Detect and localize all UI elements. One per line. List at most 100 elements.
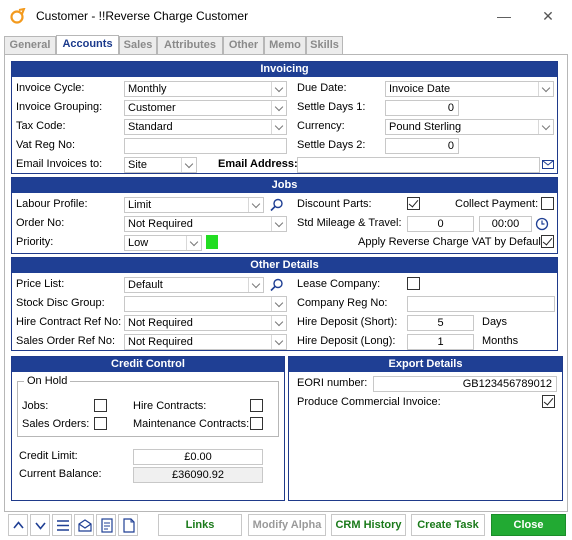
company-reg-input[interactable] — [407, 296, 555, 312]
std-mileage-label: Std Mileage & Travel: — [297, 217, 402, 229]
on-hold-maintenance-label: Maintenance Contracts: — [133, 418, 250, 430]
commercial-invoice-checkbox[interactable] — [542, 395, 555, 408]
invoice-grouping-select[interactable]: Customer — [124, 100, 287, 116]
priority-color-swatch — [206, 235, 218, 249]
crm-history-button[interactable]: CRM History — [331, 514, 406, 536]
jobs-panel: Jobs Labour Profile: Limit Order No: Not… — [11, 177, 558, 254]
on-hold-jobs-checkbox[interactable] — [94, 399, 107, 412]
tab-other[interactable]: Other — [223, 36, 264, 55]
hire-deposit-long-label: Hire Deposit (Long): — [297, 335, 396, 347]
notepad-icon — [101, 518, 113, 533]
invoice-cycle-label: Invoice Cycle: — [16, 82, 85, 94]
email-invoices-label: Email Invoices to: — [16, 158, 103, 170]
collect-payment-checkbox[interactable] — [541, 197, 554, 210]
settle-days-2-label: Settle Days 2: — [297, 139, 366, 151]
reverse-charge-checkbox[interactable] — [541, 235, 554, 248]
chevron-down-icon — [538, 120, 553, 134]
invoicing-panel: Invoicing Invoice Cycle: Monthly Invoice… — [11, 61, 558, 174]
tab-general[interactable]: General — [4, 36, 56, 55]
currency-select[interactable]: Pound Sterling — [385, 119, 554, 135]
hire-deposit-short-label: Hire Deposit (Short): — [297, 316, 398, 328]
priority-value: Low — [128, 237, 149, 249]
tab-accounts[interactable]: Accounts — [56, 35, 119, 56]
currency-value: Pound Sterling — [389, 121, 462, 133]
travel-time-input[interactable]: 00:00 — [479, 216, 532, 232]
search-icon[interactable] — [270, 278, 284, 292]
eori-input[interactable]: GB123456789012 — [373, 376, 557, 392]
other-details-header: Other Details — [12, 258, 557, 273]
next-record-button[interactable] — [30, 514, 50, 536]
invoice-grouping-value: Customer — [128, 102, 176, 114]
commercial-invoice-label: Produce Commercial Invoice: — [297, 396, 441, 408]
settle-days-2-input[interactable]: 0 — [385, 138, 459, 154]
discount-parts-checkbox[interactable] — [407, 197, 420, 210]
sales-order-ref-select[interactable]: Not Required — [124, 334, 287, 350]
chevron-down-icon — [271, 335, 286, 349]
mail-button[interactable] — [74, 514, 94, 536]
due-date-select[interactable]: Invoice Date — [385, 81, 554, 97]
close-button[interactable]: Close — [491, 514, 566, 536]
on-hold-hire-contracts-checkbox[interactable] — [250, 399, 263, 412]
order-no-select[interactable]: Not Required — [124, 216, 287, 232]
email-invoices-select[interactable]: Site — [124, 157, 197, 173]
modify-alpha-button[interactable]: Modify Alpha — [248, 514, 326, 536]
list-button[interactable] — [52, 514, 72, 536]
window-title: Customer - !!Reverse Charge Customer — [36, 9, 249, 23]
on-hold-maintenance-checkbox[interactable] — [250, 417, 263, 430]
on-hold-sales-orders-label: Sales Orders: — [22, 418, 90, 430]
sales-order-ref-label: Sales Order Ref No: — [16, 335, 116, 347]
search-icon[interactable] — [270, 198, 284, 212]
document-button[interactable] — [118, 514, 138, 536]
stock-disc-group-select[interactable] — [124, 296, 287, 312]
bottom-toolbar: Links Modify Alpha CRM History Create Ta… — [0, 512, 572, 540]
tab-sales[interactable]: Sales — [119, 36, 157, 55]
chevron-down-icon — [271, 316, 286, 330]
links-button[interactable]: Links — [158, 514, 242, 536]
chevron-down-icon — [538, 82, 553, 96]
eori-label: EORI number: — [297, 377, 368, 389]
app-logo-icon — [10, 8, 26, 24]
order-no-value: Not Required — [128, 218, 193, 230]
settle-days-1-input[interactable]: 0 — [385, 100, 459, 116]
email-address-input[interactable] — [297, 157, 540, 173]
previous-record-button[interactable] — [8, 514, 28, 536]
chevron-down-icon — [271, 101, 286, 115]
chevron-up-icon — [13, 521, 24, 529]
on-hold-legend: On Hold — [24, 375, 71, 387]
title-bar: Customer - !!Reverse Charge Customer — ✕ — [0, 0, 572, 32]
tab-memo[interactable]: Memo — [264, 36, 306, 55]
due-date-label: Due Date: — [297, 82, 347, 94]
labour-profile-select[interactable]: Limit — [124, 197, 264, 213]
create-task-button[interactable]: Create Task — [411, 514, 485, 536]
clock-icon[interactable] — [535, 217, 549, 231]
current-balance-label: Current Balance: — [19, 468, 102, 480]
hire-deposit-short-input[interactable]: 5 — [407, 315, 474, 331]
vat-reg-input[interactable] — [124, 138, 287, 154]
hire-contract-ref-select[interactable]: Not Required — [124, 315, 287, 331]
minimize-button[interactable]: — — [494, 6, 514, 26]
mileage-input[interactable]: 0 — [407, 216, 474, 232]
invoice-cycle-value: Monthly — [128, 83, 167, 95]
on-hold-sales-orders-checkbox[interactable] — [94, 417, 107, 430]
credit-limit-input[interactable]: £0.00 — [133, 449, 263, 465]
lease-company-checkbox[interactable] — [407, 277, 420, 290]
tab-skills[interactable]: Skills — [306, 36, 343, 55]
tab-attributes[interactable]: Attributes — [157, 36, 223, 55]
notes-button[interactable] — [96, 514, 116, 536]
settle-days-1-label: Settle Days 1: — [297, 101, 366, 113]
hire-deposit-long-input[interactable]: 1 — [407, 334, 474, 350]
priority-select[interactable]: Low — [124, 235, 202, 251]
invoicing-header: Invoicing — [12, 62, 557, 77]
email-address-label: Email Address: — [218, 158, 298, 170]
invoice-cycle-select[interactable]: Monthly — [124, 81, 287, 97]
chevron-down-icon — [248, 278, 263, 292]
chevron-down-icon — [248, 198, 263, 212]
chevron-down-icon — [271, 82, 286, 96]
jobs-header: Jobs — [12, 178, 557, 193]
close-window-button[interactable]: ✕ — [538, 6, 558, 26]
email-icon[interactable] — [542, 159, 554, 170]
discount-parts-label: Discount Parts: — [297, 198, 372, 210]
price-list-select[interactable]: Default — [124, 277, 264, 293]
tax-code-label: Tax Code: — [16, 120, 66, 132]
tax-code-select[interactable]: Standard — [124, 119, 287, 135]
